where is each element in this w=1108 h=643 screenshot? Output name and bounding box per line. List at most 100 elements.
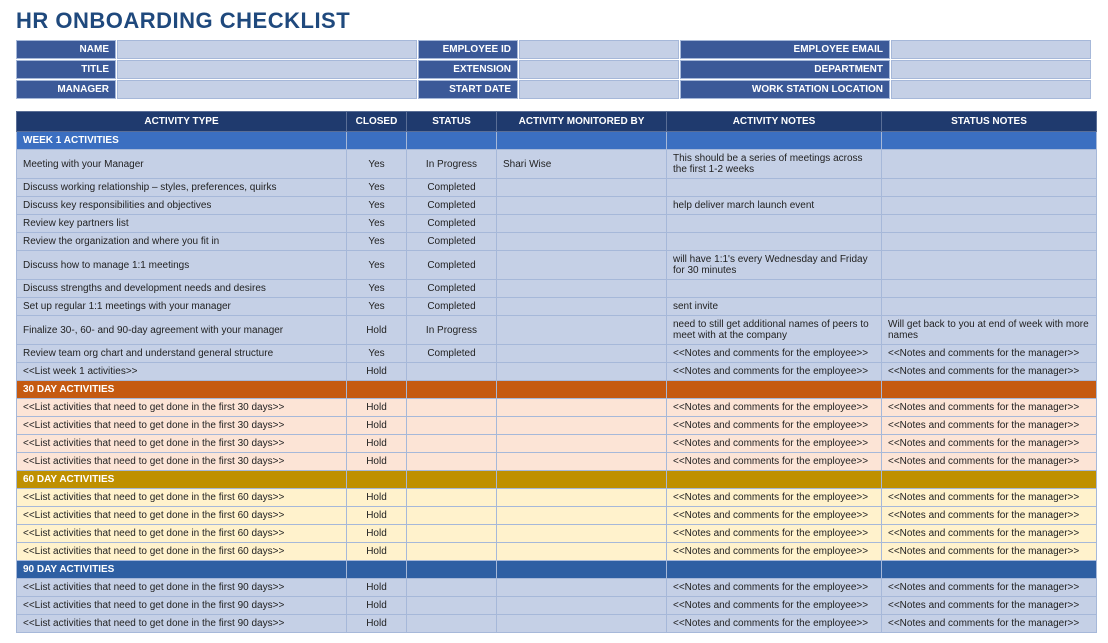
- value-employee-email[interactable]: [891, 40, 1091, 59]
- cell-activity[interactable]: <<List activities that need to get done …: [17, 525, 347, 543]
- cell-activity[interactable]: Discuss working relationship – styles, p…: [17, 179, 347, 197]
- cell-status[interactable]: Completed: [407, 345, 497, 363]
- cell-status[interactable]: [407, 507, 497, 525]
- cell-closed[interactable]: Hold: [347, 363, 407, 381]
- cell-status-notes[interactable]: <<Notes and comments for the manager>>: [882, 363, 1097, 381]
- cell-monitored-by[interactable]: [497, 435, 667, 453]
- cell-activity[interactable]: <<List activities that need to get done …: [17, 543, 347, 561]
- cell-status-notes[interactable]: <<Notes and comments for the manager>>: [882, 489, 1097, 507]
- cell-activity[interactable]: <<List activities that need to get done …: [17, 417, 347, 435]
- cell-status-notes[interactable]: <<Notes and comments for the manager>>: [882, 525, 1097, 543]
- cell-status-notes[interactable]: [882, 280, 1097, 298]
- cell-activity[interactable]: Review key partners list: [17, 215, 347, 233]
- cell-status-notes[interactable]: [882, 298, 1097, 316]
- cell-status[interactable]: Completed: [407, 179, 497, 197]
- cell-activity-notes[interactable]: [667, 215, 882, 233]
- value-name[interactable]: [117, 40, 417, 59]
- cell-status-notes[interactable]: <<Notes and comments for the manager>>: [882, 597, 1097, 615]
- cell-status-notes[interactable]: <<Notes and comments for the manager>>: [882, 417, 1097, 435]
- value-work-station[interactable]: [891, 80, 1091, 99]
- cell-closed[interactable]: Yes: [347, 197, 407, 215]
- cell-monitored-by[interactable]: [497, 417, 667, 435]
- cell-closed[interactable]: Yes: [347, 150, 407, 179]
- cell-activity-notes[interactable]: <<Notes and comments for the employee>>: [667, 507, 882, 525]
- cell-status[interactable]: [407, 435, 497, 453]
- cell-activity-notes[interactable]: <<Notes and comments for the employee>>: [667, 543, 882, 561]
- cell-status-notes[interactable]: [882, 150, 1097, 179]
- cell-activity[interactable]: Discuss how to manage 1:1 meetings: [17, 251, 347, 280]
- cell-status[interactable]: [407, 489, 497, 507]
- cell-activity-notes[interactable]: <<Notes and comments for the employee>>: [667, 525, 882, 543]
- cell-closed[interactable]: Hold: [347, 316, 407, 345]
- cell-monitored-by[interactable]: [497, 251, 667, 280]
- cell-closed[interactable]: Hold: [347, 525, 407, 543]
- cell-activity[interactable]: Finalize 30-, 60- and 90-day agreement w…: [17, 316, 347, 345]
- cell-status[interactable]: [407, 543, 497, 561]
- cell-monitored-by[interactable]: [497, 363, 667, 381]
- value-start-date[interactable]: [519, 80, 679, 99]
- cell-status[interactable]: Completed: [407, 233, 497, 251]
- cell-activity[interactable]: <<List activities that need to get done …: [17, 615, 347, 633]
- cell-monitored-by[interactable]: [497, 507, 667, 525]
- cell-activity-notes[interactable]: [667, 179, 882, 197]
- value-title[interactable]: [117, 60, 417, 79]
- cell-activity-notes[interactable]: <<Notes and comments for the employee>>: [667, 597, 882, 615]
- value-department[interactable]: [891, 60, 1091, 79]
- cell-activity[interactable]: <<List activities that need to get done …: [17, 453, 347, 471]
- cell-status-notes[interactable]: Will get back to you at end of week with…: [882, 316, 1097, 345]
- cell-status[interactable]: [407, 453, 497, 471]
- cell-activity-notes[interactable]: <<Notes and comments for the employee>>: [667, 615, 882, 633]
- cell-activity[interactable]: Review the organization and where you fi…: [17, 233, 347, 251]
- cell-status-notes[interactable]: <<Notes and comments for the manager>>: [882, 453, 1097, 471]
- cell-monitored-by[interactable]: [497, 316, 667, 345]
- cell-activity-notes[interactable]: <<Notes and comments for the employee>>: [667, 579, 882, 597]
- cell-status[interactable]: Completed: [407, 197, 497, 215]
- cell-activity[interactable]: <<List activities that need to get done …: [17, 435, 347, 453]
- cell-status[interactable]: In Progress: [407, 316, 497, 345]
- cell-activity-notes[interactable]: will have 1:1's every Wednesday and Frid…: [667, 251, 882, 280]
- cell-closed[interactable]: Hold: [347, 489, 407, 507]
- cell-status-notes[interactable]: <<Notes and comments for the manager>>: [882, 435, 1097, 453]
- cell-status-notes[interactable]: <<Notes and comments for the manager>>: [882, 579, 1097, 597]
- cell-monitored-by[interactable]: [497, 345, 667, 363]
- cell-activity-notes[interactable]: sent invite: [667, 298, 882, 316]
- cell-monitored-by[interactable]: [497, 298, 667, 316]
- cell-activity-notes[interactable]: [667, 280, 882, 298]
- cell-monitored-by[interactable]: [497, 179, 667, 197]
- cell-status[interactable]: Completed: [407, 298, 497, 316]
- cell-monitored-by[interactable]: [497, 525, 667, 543]
- cell-status[interactable]: [407, 399, 497, 417]
- cell-status-notes[interactable]: <<Notes and comments for the manager>>: [882, 615, 1097, 633]
- cell-closed[interactable]: Yes: [347, 215, 407, 233]
- cell-closed[interactable]: Yes: [347, 280, 407, 298]
- cell-status[interactable]: Completed: [407, 215, 497, 233]
- cell-activity-notes[interactable]: <<Notes and comments for the employee>>: [667, 489, 882, 507]
- cell-status[interactable]: [407, 525, 497, 543]
- cell-monitored-by[interactable]: [497, 233, 667, 251]
- cell-closed[interactable]: Hold: [347, 597, 407, 615]
- cell-monitored-by[interactable]: [497, 597, 667, 615]
- cell-activity[interactable]: <<List activities that need to get done …: [17, 579, 347, 597]
- cell-status-notes[interactable]: [882, 197, 1097, 215]
- value-manager[interactable]: [117, 80, 417, 99]
- cell-status-notes[interactable]: [882, 215, 1097, 233]
- cell-closed[interactable]: Hold: [347, 453, 407, 471]
- cell-status-notes[interactable]: <<Notes and comments for the manager>>: [882, 399, 1097, 417]
- cell-monitored-by[interactable]: [497, 615, 667, 633]
- cell-monitored-by[interactable]: [497, 453, 667, 471]
- cell-closed[interactable]: Yes: [347, 345, 407, 363]
- cell-activity[interactable]: <<List activities that need to get done …: [17, 597, 347, 615]
- cell-monitored-by[interactable]: [497, 215, 667, 233]
- cell-status[interactable]: [407, 363, 497, 381]
- cell-closed[interactable]: Hold: [347, 579, 407, 597]
- cell-monitored-by[interactable]: [497, 543, 667, 561]
- cell-activity-notes[interactable]: <<Notes and comments for the employee>>: [667, 435, 882, 453]
- cell-status-notes[interactable]: <<Notes and comments for the manager>>: [882, 543, 1097, 561]
- cell-status-notes[interactable]: [882, 179, 1097, 197]
- cell-closed[interactable]: Hold: [347, 543, 407, 561]
- cell-monitored-by[interactable]: [497, 579, 667, 597]
- cell-closed[interactable]: Hold: [347, 615, 407, 633]
- cell-status-notes[interactable]: [882, 233, 1097, 251]
- cell-closed[interactable]: Yes: [347, 298, 407, 316]
- cell-activity-notes[interactable]: need to still get additional names of pe…: [667, 316, 882, 345]
